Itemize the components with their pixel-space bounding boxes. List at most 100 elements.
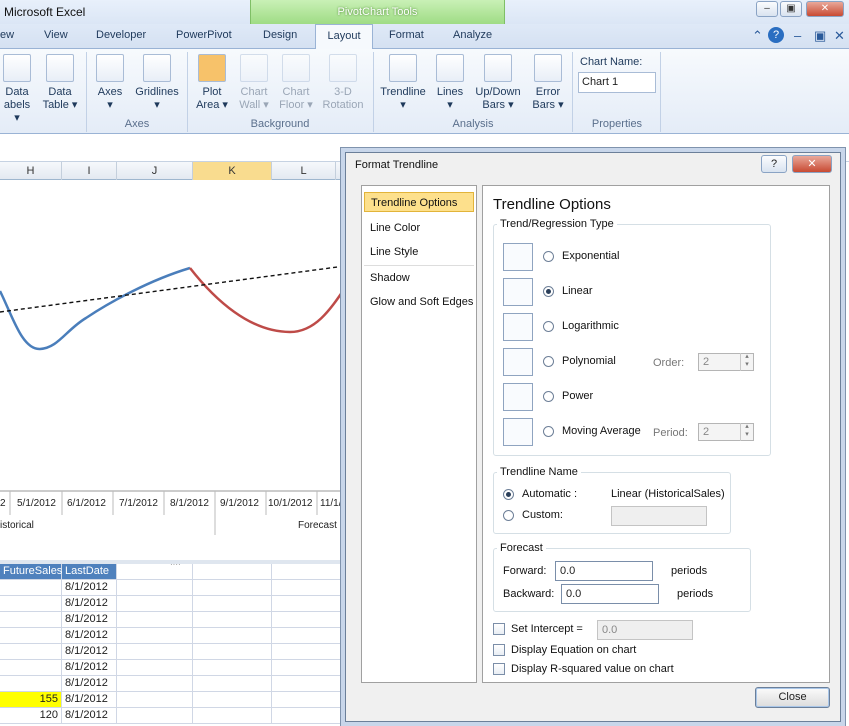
doc-minimize-icon[interactable]: –	[794, 28, 801, 43]
table-cell[interactable]: 155	[0, 692, 62, 708]
display-r-squared-label[interactable]: Display R-squared value on chart	[511, 663, 674, 675]
table-cell[interactable]: 8/1/2012	[62, 692, 117, 708]
table-cell[interactable]	[193, 692, 272, 708]
nav-line-color[interactable]: Line Color	[364, 218, 474, 238]
table-cell[interactable]	[0, 580, 62, 596]
close-window-button[interactable]: ✕	[806, 1, 844, 17]
forward-input[interactable]: 0.0	[555, 561, 653, 581]
exponential-label[interactable]: Exponential	[562, 250, 620, 262]
help-icon[interactable]: ?	[768, 27, 784, 43]
table-cell[interactable]	[0, 628, 62, 644]
table-cell[interactable]	[193, 580, 272, 596]
nav-glow-soft-edges[interactable]: Glow and Soft Edges	[364, 292, 474, 312]
chart-floor-button[interactable]: ChartFloor ▾	[276, 54, 316, 112]
tab-developer[interactable]: Developer	[96, 29, 146, 41]
logarithmic-label[interactable]: Logarithmic	[562, 320, 619, 332]
gridlines-button[interactable]: Gridlines▾	[132, 54, 182, 112]
polynomial-radio[interactable]	[543, 356, 554, 367]
automatic-name-radio[interactable]	[503, 489, 514, 500]
table-cell[interactable]	[272, 644, 345, 660]
display-equation-checkbox[interactable]	[493, 644, 505, 656]
table-cell[interactable]	[117, 692, 193, 708]
table-cell[interactable]	[193, 644, 272, 660]
doc-restore-icon[interactable]: ▣	[814, 28, 826, 44]
tab-analyze[interactable]: Analyze	[453, 29, 492, 41]
table-cell[interactable]	[0, 660, 62, 676]
column-header-h[interactable]: H	[0, 162, 62, 180]
set-intercept-checkbox[interactable]	[493, 623, 505, 635]
moving-average-radio[interactable]	[543, 426, 554, 437]
column-header-i[interactable]: I	[62, 162, 117, 180]
table-cell[interactable]	[0, 644, 62, 660]
doc-close-icon[interactable]: ✕	[834, 28, 845, 44]
column-header-k[interactable]: K	[193, 162, 272, 180]
table-cell[interactable]: 8/1/2012	[62, 596, 117, 612]
table-cell[interactable]	[0, 612, 62, 628]
tab-view-partial[interactable]: ew	[0, 29, 14, 41]
table-cell[interactable]: 120	[0, 708, 62, 724]
custom-name-label[interactable]: Custom:	[522, 509, 563, 521]
table-cell[interactable]	[193, 612, 272, 628]
cell[interactable]	[272, 564, 345, 580]
restore-button[interactable]: ▣	[780, 1, 802, 17]
nav-line-style[interactable]: Line Style	[364, 242, 474, 262]
display-equation-label[interactable]: Display Equation on chart	[511, 644, 636, 656]
display-r-squared-checkbox[interactable]	[493, 663, 505, 675]
table-cell[interactable]	[272, 708, 345, 724]
tab-view[interactable]: View	[44, 29, 68, 41]
tab-powerpivot[interactable]: PowerPivot	[176, 29, 232, 41]
table-cell[interactable]: 8/1/2012	[62, 628, 117, 644]
automatic-name-label[interactable]: Automatic :	[522, 488, 577, 500]
table-cell[interactable]	[0, 676, 62, 692]
tab-layout[interactable]: Layout	[315, 24, 373, 49]
table-cell[interactable]	[272, 692, 345, 708]
table-cell[interactable]	[193, 660, 272, 676]
power-label[interactable]: Power	[562, 390, 593, 402]
table-cell[interactable]	[117, 676, 193, 692]
table-cell[interactable]	[117, 644, 193, 660]
period-spinner[interactable]: 2	[698, 423, 754, 441]
chart-wall-button[interactable]: ChartWall ▾	[234, 54, 274, 112]
3d-rotation-button[interactable]: 3-DRotation	[318, 54, 368, 112]
table-cell[interactable]	[0, 596, 62, 612]
custom-name-input[interactable]	[611, 506, 707, 526]
order-spinner[interactable]: 2	[698, 353, 754, 371]
minimize-button[interactable]: –	[756, 1, 778, 17]
future-sales-line[interactable]	[190, 268, 345, 332]
trendline-button[interactable]: Trendline▾	[376, 54, 430, 112]
table-cell[interactable]	[193, 676, 272, 692]
tab-design[interactable]: Design	[263, 29, 297, 41]
table-cell[interactable]	[117, 708, 193, 724]
up-down-bars-button[interactable]: Up/DownBars ▾	[471, 54, 525, 112]
table-cell[interactable]	[272, 660, 345, 676]
exponential-radio[interactable]	[543, 251, 554, 262]
intercept-input[interactable]: 0.0	[597, 620, 693, 640]
moving-average-label[interactable]: Moving Average	[562, 425, 641, 437]
linear-label[interactable]: Linear	[562, 285, 593, 297]
dialog-help-button[interactable]: ?	[761, 155, 787, 173]
linear-radio[interactable]	[543, 286, 554, 297]
close-button[interactable]: Close	[755, 687, 830, 708]
header-futuresales[interactable]: FutureSales	[0, 564, 62, 580]
lines-button[interactable]: Lines▾	[432, 54, 468, 112]
table-cell[interactable]	[117, 596, 193, 612]
table-cell[interactable]	[117, 660, 193, 676]
table-cell[interactable]: 8/1/2012	[62, 708, 117, 724]
table-cell[interactable]	[193, 596, 272, 612]
logarithmic-radio[interactable]	[543, 321, 554, 332]
table-cell[interactable]	[193, 628, 272, 644]
table-cell[interactable]	[272, 628, 345, 644]
dialog-close-icon[interactable]: ✕	[792, 155, 832, 173]
nav-trendline-options[interactable]: Trendline Options	[364, 192, 474, 212]
custom-name-radio[interactable]	[503, 510, 514, 521]
error-bars-button[interactable]: ErrorBars ▾	[528, 54, 568, 112]
table-cell[interactable]	[272, 596, 345, 612]
table-cell[interactable]	[117, 580, 193, 596]
data-labels-button[interactable]: Dataabels ▾	[0, 54, 34, 125]
table-cell[interactable]	[272, 612, 345, 628]
cell[interactable]	[193, 564, 272, 580]
column-header-l[interactable]: L	[272, 162, 336, 180]
table-cell[interactable]	[117, 628, 193, 644]
plot-area-button[interactable]: PlotArea ▾	[192, 54, 232, 112]
table-cell[interactable]	[193, 708, 272, 724]
